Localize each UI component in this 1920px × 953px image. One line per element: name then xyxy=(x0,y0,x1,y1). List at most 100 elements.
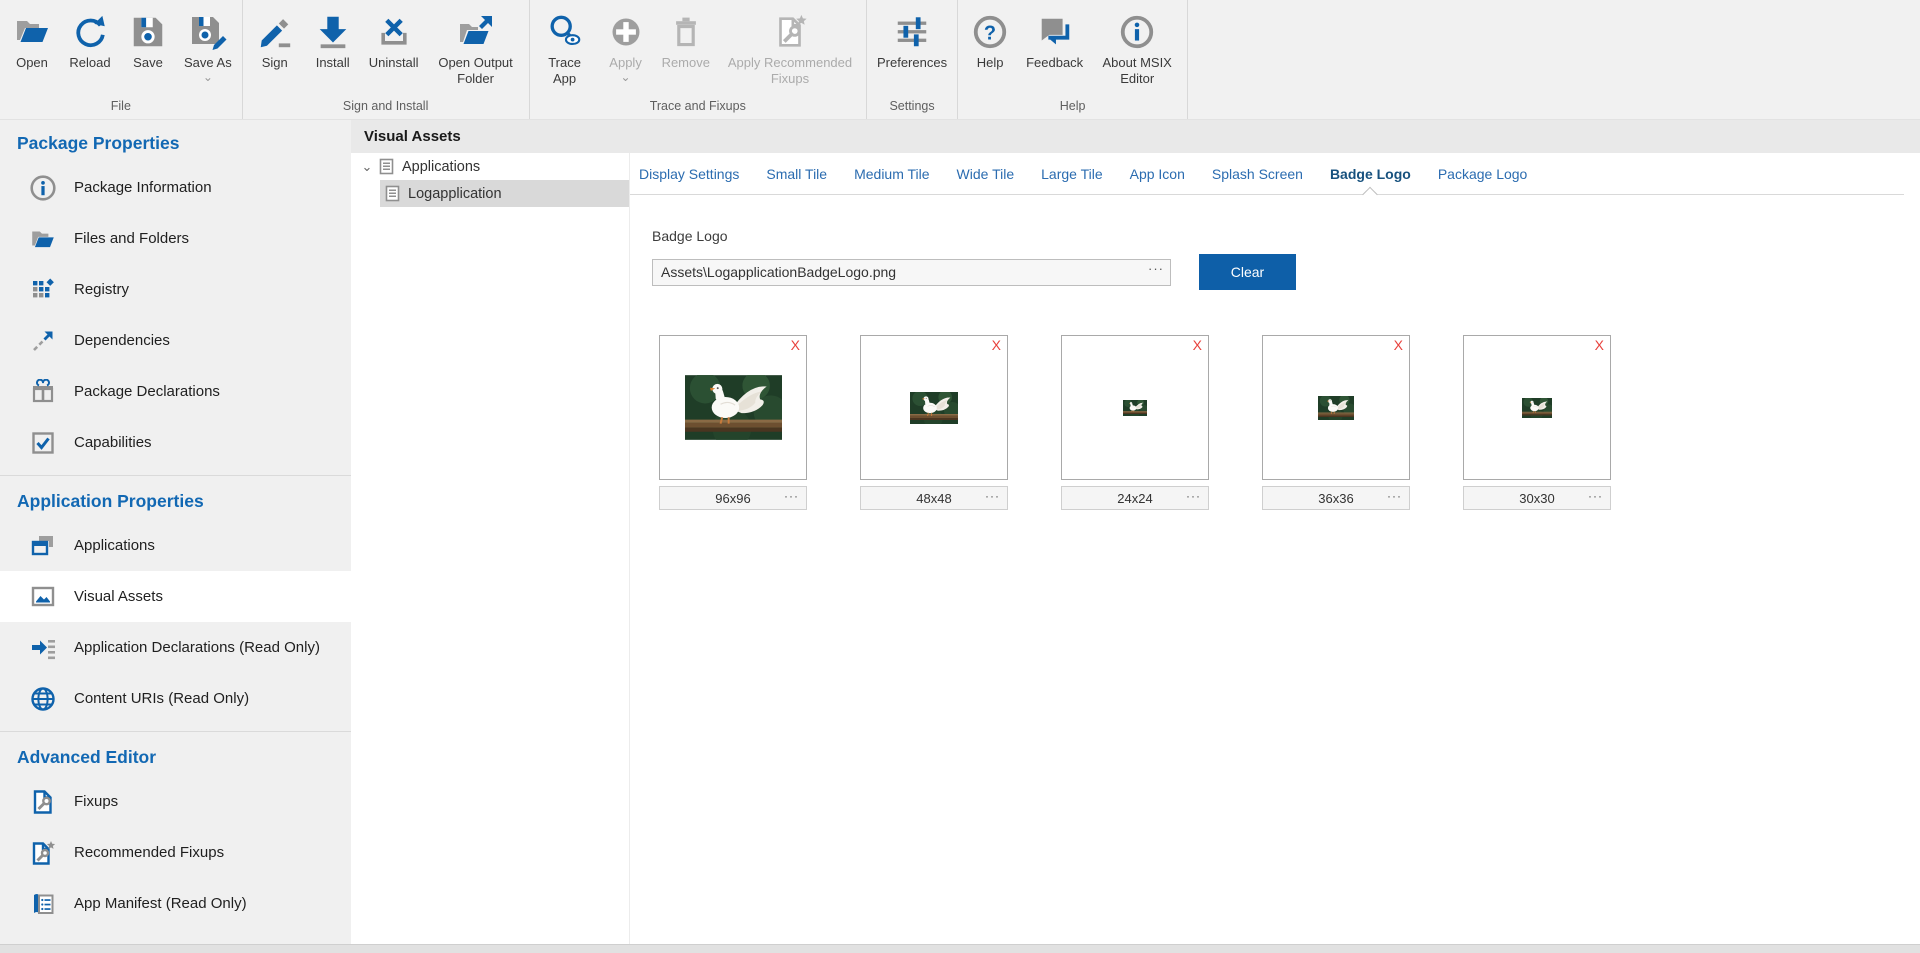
remove-asset-x-button[interactable]: X xyxy=(992,337,1001,353)
asset-ellipsis-button[interactable]: ··· xyxy=(985,489,1000,503)
tab-small-tile[interactable]: Small Tile xyxy=(766,166,827,182)
tab-large-tile[interactable]: Large Tile xyxy=(1041,166,1102,182)
help-button[interactable]: Help xyxy=(961,7,1019,73)
ribbon-group-label-help: Help xyxy=(961,97,1184,119)
reload-button-label: Reload xyxy=(69,55,110,71)
remove-asset-x-button[interactable]: X xyxy=(791,337,800,353)
save-as-button[interactable]: Save As ⌄ xyxy=(177,7,239,84)
tab-app-icon[interactable]: App Icon xyxy=(1130,166,1185,182)
apply-plus-icon xyxy=(604,9,648,55)
sidebar-item-app-manifest[interactable]: App Manifest (Read Only) xyxy=(0,878,351,929)
reload-icon xyxy=(68,9,112,55)
chevron-down-icon: ⌄ xyxy=(203,72,213,82)
sign-pencil-icon xyxy=(253,9,297,55)
sidebar-item-applications[interactable]: Applications xyxy=(0,520,351,571)
preferences-button[interactable]: Preferences xyxy=(870,7,954,73)
tab-wide-tile[interactable]: Wide Tile xyxy=(957,166,1015,182)
sidebar-item-visual-assets[interactable]: Visual Assets xyxy=(0,571,351,622)
remove-asset-x-button[interactable]: X xyxy=(1595,337,1604,353)
asset-size-bar-48: 48x48 ··· xyxy=(860,486,1008,510)
sidebar-section-advanced-editor: Advanced Editor Fixups Recommended Fixup… xyxy=(0,731,351,929)
preferences-sliders-icon xyxy=(890,9,934,55)
asset-size-label: 48x48 xyxy=(916,491,951,506)
browse-ellipsis-button[interactable]: ··· xyxy=(1148,261,1164,276)
sidebar-item-application-declarations[interactable]: Application Declarations (Read Only) xyxy=(0,622,351,673)
trace-app-button[interactable]: Trace App xyxy=(533,7,597,88)
uninstall-button[interactable]: Uninstall xyxy=(362,7,426,73)
tab-display-settings[interactable]: Display Settings xyxy=(639,166,739,182)
panel-header: Visual Assets xyxy=(351,120,1920,153)
open-folder-icon xyxy=(10,9,54,55)
page-title: Visual Assets xyxy=(364,128,461,145)
feedback-button[interactable]: Feedback xyxy=(1019,7,1090,73)
tab-package-logo[interactable]: Package Logo xyxy=(1438,166,1528,182)
sidebar-heading-advanced-editor: Advanced Editor xyxy=(0,734,351,776)
document-icon xyxy=(384,185,401,202)
sidebar-item-dependencies[interactable]: Dependencies xyxy=(0,315,351,366)
asset-size-label: 30x30 xyxy=(1519,491,1554,506)
tab-splash-screen[interactable]: Splash Screen xyxy=(1212,166,1303,182)
asset-ellipsis-button[interactable]: ··· xyxy=(1588,489,1603,503)
sidebar-item-registry[interactable]: Registry xyxy=(0,264,351,315)
sidebar-item-fixups[interactable]: Fixups xyxy=(0,776,351,827)
asset-size-label: 36x36 xyxy=(1318,491,1353,506)
ribbon-group-sign-install: Sign Install Uninstall Open Output Folde… xyxy=(243,0,530,119)
remove-trash-icon xyxy=(664,9,708,55)
sign-button[interactable]: Sign xyxy=(246,7,304,73)
app-declarations-list-icon xyxy=(27,633,59,663)
sidebar-item-files-and-folders[interactable]: Files and Folders xyxy=(0,213,351,264)
ribbon-group-trace-fixups: Trace App Apply ⌄ Remove Apply Recommend… xyxy=(530,0,867,119)
remove-asset-x-button[interactable]: X xyxy=(1394,337,1403,353)
sidebar-item-recommended-fixups[interactable]: Recommended Fixups xyxy=(0,827,351,878)
reload-button[interactable]: Reload xyxy=(61,7,119,73)
asset-thumbnail-30: X xyxy=(1463,335,1611,480)
badge-logo-path-field: ··· xyxy=(652,259,1171,286)
tree-node-applications-label: Applications xyxy=(402,159,480,175)
tab-medium-tile[interactable]: Medium Tile xyxy=(854,166,929,182)
fixups-wrench-icon xyxy=(27,787,59,817)
about-msix-editor-label: About MSIX Editor xyxy=(1097,55,1177,86)
open-output-folder-icon xyxy=(454,9,498,55)
apply-button: Apply ⌄ xyxy=(597,7,655,84)
feedback-bubble-icon xyxy=(1033,9,1077,55)
badge-logo-path-input[interactable] xyxy=(652,259,1171,286)
visual-assets-content: Display Settings Small Tile Medium Tile … xyxy=(629,153,1920,944)
tree-node-applications[interactable]: ⌄ Applications xyxy=(351,153,629,180)
asset-ellipsis-button[interactable]: ··· xyxy=(1387,489,1402,503)
chevron-down-icon[interactable]: ⌄ xyxy=(359,162,375,172)
sidebar-section-application-properties: Application Properties Applications Visu… xyxy=(0,475,351,724)
tree-node-logapplication[interactable]: Logapplication xyxy=(380,180,629,207)
about-msix-editor-button[interactable]: About MSIX Editor xyxy=(1090,7,1184,88)
asset-ellipsis-button[interactable]: ··· xyxy=(1186,489,1201,503)
sign-button-label: Sign xyxy=(262,55,288,71)
document-icon xyxy=(378,158,395,175)
install-button[interactable]: Install xyxy=(304,7,362,73)
ribbon-toolbar: Open Reload Save Save As ⌄ File Sign xyxy=(0,0,1920,120)
badge-logo-dove-image xyxy=(1123,400,1147,416)
asset-ellipsis-button[interactable]: ··· xyxy=(784,489,799,503)
sidebar-item-package-information[interactable]: Package Information xyxy=(0,162,351,213)
uninstall-x-icon xyxy=(372,9,416,55)
sidebar-item-capabilities[interactable]: Capabilities xyxy=(0,417,351,468)
tab-badge-logo[interactable]: Badge Logo xyxy=(1330,166,1411,182)
sidebar-item-package-declarations[interactable]: Package Declarations xyxy=(0,366,351,417)
clear-button[interactable]: Clear xyxy=(1199,254,1296,290)
asset-card-30: X 30x30 ··· xyxy=(1463,335,1611,510)
asset-size-label: 96x96 xyxy=(715,491,750,506)
ribbon-group-label-trace-fixups: Trace and Fixups xyxy=(533,97,863,119)
save-button[interactable]: Save xyxy=(119,7,177,73)
asset-thumbnail-36: X xyxy=(1262,335,1410,480)
sidebar-item-content-uris[interactable]: Content URIs (Read Only) xyxy=(0,673,351,724)
open-output-folder-button[interactable]: Open Output Folder xyxy=(426,7,526,88)
badge-logo-dove-image xyxy=(1522,398,1552,418)
feedback-button-label: Feedback xyxy=(1026,55,1083,71)
sidebar-heading-application-properties: Application Properties xyxy=(0,478,351,520)
remove-asset-x-button[interactable]: X xyxy=(1193,337,1202,353)
save-button-label: Save xyxy=(133,55,163,71)
badge-logo-dove-image xyxy=(1318,396,1354,420)
about-info-icon xyxy=(1115,9,1159,55)
asset-thumbnail-48: X xyxy=(860,335,1008,480)
ribbon-group-file: Open Reload Save Save As ⌄ File xyxy=(0,0,243,119)
open-button[interactable]: Open xyxy=(3,7,61,73)
preferences-label: Preferences xyxy=(877,55,947,71)
